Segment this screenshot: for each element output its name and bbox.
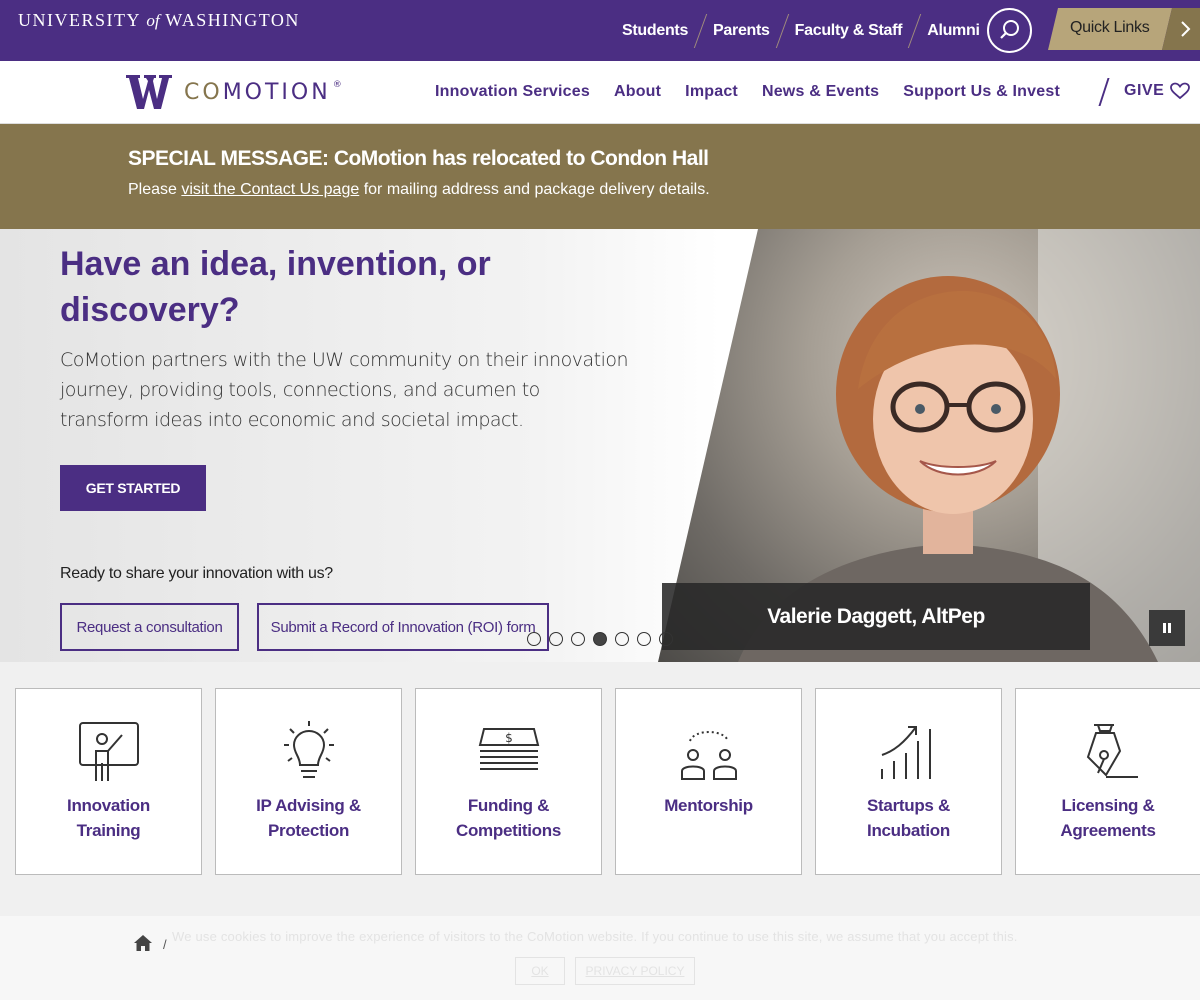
card-ip-advising[interactable]: IP Advising & Protection [215,688,402,875]
heart-icon [1170,82,1191,100]
hero-title: Have an idea, invention, or discovery? [60,245,491,329]
search-icon [1000,20,1019,39]
quick-links-label: Quick Links [1070,19,1150,36]
carousel-dot-7[interactable] [659,632,673,646]
logo-co: CO [184,79,223,105]
search-button[interactable] [987,8,1032,53]
carousel-dots [527,632,681,646]
mentorship-icon [681,731,737,780]
cookie-notice-text: We use cookies to improve the experience… [172,929,1018,944]
home-icon[interactable] [134,935,152,951]
give-link[interactable]: GIVE [1124,82,1191,100]
card-innovation-training[interactable]: Innovation Training [15,688,202,875]
card-mentorship[interactable]: Mentorship [615,688,802,875]
main-nav: Innovation Services About Impact News & … [423,61,1072,123]
comotion-logo[interactable]: COMOTION ® [126,75,345,109]
nav-impact[interactable]: Impact [673,83,750,101]
hero-carousel: Have an idea, invention, or discovery? C… [0,229,1200,662]
card-label: IP Advising & Protection [256,796,361,840]
ready-prompt: Ready to share your innovation with us? [60,565,333,582]
link-students[interactable]: Students [610,22,700,40]
uw-top-bar: UNIVERSITY of WASHINGTON Students Parent… [0,0,1200,61]
quick-links-button[interactable]: Quick Links [1048,8,1200,50]
give-label: GIVE [1124,82,1165,99]
special-message-text: Please visit the Contact Us page for mai… [128,181,710,199]
wordmark-of: of [146,11,160,30]
audience-links: Students Parents Faculty & Staff Alumni [610,0,992,61]
uw-w-logo-icon [126,75,172,109]
pen-nib-icon [1086,724,1138,778]
nav-innovation-services[interactable]: Innovation Services [423,83,602,101]
privacy-policy-button[interactable]: PRIVACY POLICY [575,957,695,985]
carousel-dot-6[interactable] [637,632,651,646]
nav-news-events[interactable]: News & Events [750,83,891,101]
svg-text:$: $ [505,731,513,745]
site-header: COMOTION ® Innovation Services About Impa… [0,61,1200,124]
service-cards: Innovation Training IP Advising & Protec… [0,662,1200,902]
carousel-dot-1[interactable] [527,632,541,646]
breadcrumb: / We use cookies to improve the experien… [0,916,1200,1000]
special-message-banner: SPECIAL MESSAGE: CoMotion has relocated … [0,124,1200,229]
special-message-title: SPECIAL MESSAGE: CoMotion has relocated … [128,147,709,170]
card-funding[interactable]: $ Funding & Competitions [415,688,602,875]
text-before: Please [128,181,182,198]
link-parents[interactable]: Parents [701,22,782,40]
card-label: Licensing & Agreements [1060,796,1156,840]
cookie-ok-button[interactable]: OK [515,957,565,985]
card-label: Innovation Training [67,796,150,840]
card-label: Funding & Competitions [455,796,561,840]
nav-about[interactable]: About [602,83,673,101]
uw-wordmark[interactable]: UNIVERSITY of WASHINGTON [18,10,300,31]
link-faculty-staff[interactable]: Faculty & Staff [783,22,915,40]
nav-support-invest[interactable]: Support Us & Invest [891,83,1072,101]
carousel-dot-4[interactable] [593,632,607,646]
pause-icon [1163,623,1171,633]
carousel-dot-3[interactable] [571,632,585,646]
wordmark-washington: WASHINGTON [165,10,300,30]
request-consultation-button[interactable]: Request a consultation [60,603,239,651]
training-icon [79,722,139,781]
carousel-dot-2[interactable] [549,632,563,646]
contact-us-link[interactable]: visit the Contact Us page [181,181,359,198]
card-label: Mentorship [664,796,753,815]
get-started-button[interactable]: GET STARTED [60,465,206,511]
breadcrumb-separator: / [163,937,167,952]
pause-button[interactable] [1149,610,1185,646]
link-alumni[interactable]: Alumni [915,22,991,40]
slide-caption: Valerie Daggett, AltPep [662,583,1090,650]
money-icon: $ [478,728,540,770]
card-label: Startups & Incubation [867,796,950,840]
text-after: for mailing address and package delivery… [359,181,710,198]
card-licensing[interactable]: Licensing & Agreements [1015,688,1200,875]
logo-motion: MOTION [222,79,331,105]
logo-wordmark: COMOTION ® [184,80,345,105]
growth-chart-icon [881,726,931,779]
logo-registered: ® [332,79,345,90]
wordmark-university: UNIVERSITY [18,10,141,30]
nav-divider [1098,78,1110,106]
carousel-dot-5[interactable] [615,632,629,646]
hero-description: CoMotion partners with the UW community … [60,349,629,431]
lightbulb-icon [284,721,334,778]
submit-roi-button[interactable]: Submit a Record of Innovation (ROI) form [257,603,549,651]
card-startups[interactable]: Startups & Incubation [815,688,1002,875]
